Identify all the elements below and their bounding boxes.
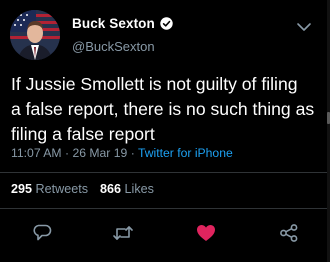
share-icon[interactable]: [278, 222, 300, 244]
retweets-stat[interactable]: 295 Retweets: [11, 182, 88, 196]
user-info[interactable]: Buck Sexton @BuckSexton: [72, 13, 173, 54]
verified-badge-icon: [160, 16, 173, 30]
retweet-icon[interactable]: [112, 222, 134, 244]
divider: [0, 172, 330, 173]
display-name-row: Buck Sexton: [72, 13, 173, 33]
likes-label: Likes: [124, 182, 154, 196]
avatar-image: [10, 10, 60, 60]
meta-separator: ·: [130, 146, 135, 160]
tweet-time[interactable]: 11:07 AM: [11, 146, 62, 160]
meta-separator: ·: [64, 146, 70, 160]
likes-count: 866: [100, 182, 122, 196]
display-name[interactable]: Buck Sexton: [72, 16, 155, 31]
tweet-stats: 295 Retweets 866 Likes: [11, 182, 154, 196]
retweets-count: 295: [11, 182, 33, 196]
likes-stat[interactable]: 866 Likes: [100, 182, 154, 196]
tweet-date[interactable]: 26 Mar 19: [72, 146, 127, 160]
tweet-meta: 11:07 AM · 26 Mar 19 · Twitter for iPhon…: [11, 146, 233, 160]
tweet-card: Buck Sexton @BuckSexton If Jussie Smolle…: [0, 0, 330, 262]
chevron-down-icon[interactable]: [296, 20, 312, 32]
reply-icon[interactable]: [31, 222, 53, 244]
avatar[interactable]: [10, 10, 60, 60]
user-handle[interactable]: @BuckSexton: [72, 39, 173, 54]
tweet-text: If Jussie Smollett is not guilty of fili…: [11, 74, 315, 144]
divider: [0, 208, 330, 209]
heart-icon[interactable]: [195, 222, 217, 244]
retweets-label: Retweets: [35, 182, 89, 196]
tweet-source-link[interactable]: Twitter for iPhone: [138, 146, 233, 160]
